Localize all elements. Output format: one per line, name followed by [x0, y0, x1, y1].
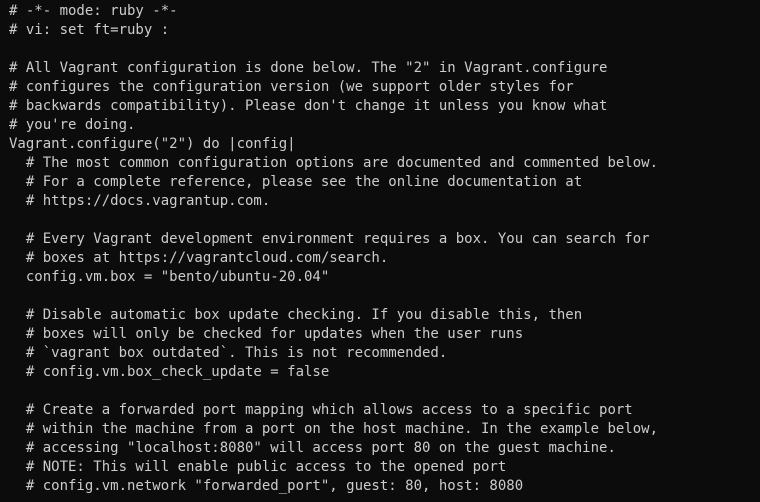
- terminal-line: # For a complete reference, please see t…: [9, 174, 583, 190]
- terminal-line: Vagrant.configure("2") do |config|: [9, 136, 296, 152]
- terminal-line: # NOTE: This will enable public access t…: [9, 459, 507, 475]
- terminal-line: config.vm.box = "bento/ubuntu-20.04": [9, 269, 330, 285]
- terminal-line: # All Vagrant configuration is done belo…: [9, 60, 608, 76]
- terminal-line: # accessing "localhost:8080" will access…: [9, 440, 616, 456]
- terminal-line: # backwards compatibility). Please don't…: [9, 98, 608, 114]
- terminal-line: # Every Vagrant development environment …: [9, 231, 650, 247]
- terminal-line: # config.vm.box_check_update = false: [9, 364, 330, 380]
- terminal-window[interactable]: # -*- mode: ruby -*- # vi: set ft=ruby :…: [0, 0, 760, 502]
- terminal-line: # boxes will only be checked for updates…: [9, 326, 524, 342]
- terminal-line: # you're doing.: [9, 117, 136, 133]
- terminal-line: # -*- mode: ruby -*-: [9, 3, 178, 19]
- terminal-line: # Disable automatic box update checking.…: [9, 307, 583, 323]
- terminal-line: # config.vm.network "forwarded_port", gu…: [9, 478, 524, 494]
- terminal-line: # https://docs.vagrantup.com.: [9, 193, 271, 209]
- terminal-line: # `vagrant box outdated`. This is not re…: [9, 345, 448, 361]
- terminal-line: # within the machine from a port on the …: [9, 421, 659, 437]
- terminal-line: # configures the configuration version (…: [9, 79, 574, 95]
- terminal-line: # boxes at https://vagrantcloud.com/sear…: [9, 250, 389, 266]
- terminal-line: # The most common configuration options …: [9, 155, 659, 171]
- terminal-line: # Create a forwarded port mapping which …: [9, 402, 633, 418]
- terminal-line: # vi: set ft=ruby :: [9, 22, 170, 38]
